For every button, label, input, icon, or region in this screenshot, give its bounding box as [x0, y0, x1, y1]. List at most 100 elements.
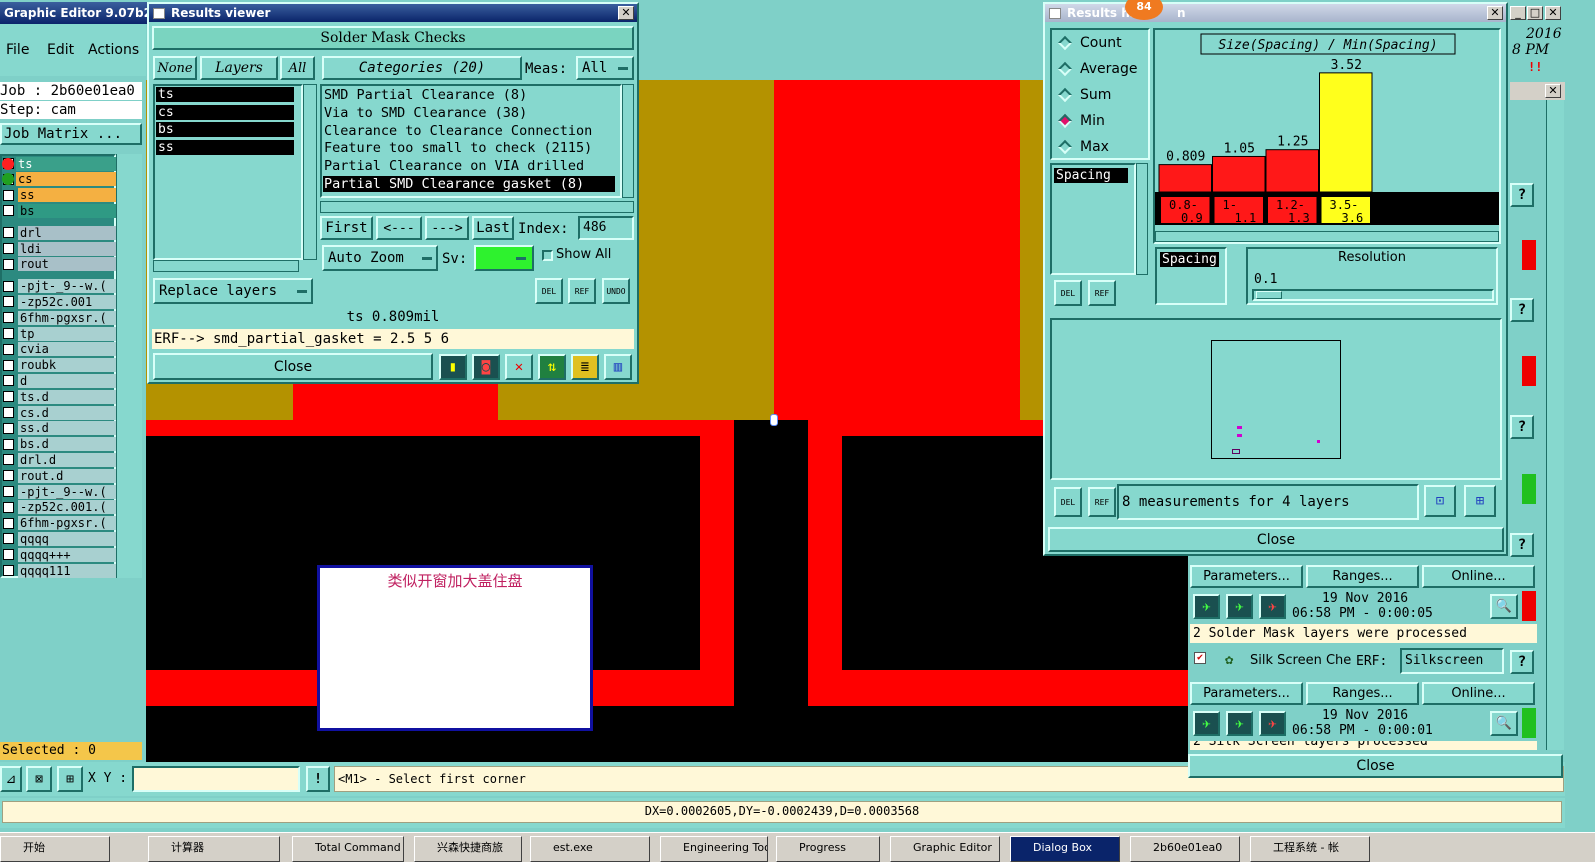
export-icon[interactable]: ⇅ [538, 354, 566, 380]
radio-diamond-icon[interactable] [1057, 139, 1073, 155]
main-title-bar[interactable]: Graphic Editor 9.07b2 (0 [0, 2, 150, 24]
help-icon-4[interactable]: ? [1510, 533, 1534, 557]
ref-icon[interactable]: REF [568, 278, 596, 304]
xy-input[interactable] [132, 766, 300, 792]
highlight-icon[interactable]: ▮ [439, 354, 467, 380]
layer-checkbox[interactable] [3, 296, 14, 308]
run-icon-1[interactable]: ✈ [1193, 594, 1220, 619]
layer-checkbox[interactable] [3, 312, 14, 324]
taskbar-item[interactable]: Graphic Editor [890, 836, 1000, 862]
del-icon[interactable]: DEL [535, 278, 563, 304]
layer-row[interactable]: -pjt-_9--w.( [0, 279, 116, 294]
categories-button[interactable]: Categories (20) [322, 56, 522, 80]
menu-actions[interactable]: Actions [88, 42, 139, 58]
taskbar-item[interactable]: 计算器 [148, 836, 280, 862]
right-scrollbar[interactable] [1546, 100, 1564, 750]
layer-checkbox[interactable] [3, 258, 14, 270]
checks-header-button[interactable]: Solder Mask Checks [152, 26, 634, 50]
spacing-item[interactable]: Spacing [1054, 168, 1128, 183]
params-button-2[interactable]: Parameters... [1190, 682, 1303, 705]
layer-checkbox[interactable] [3, 227, 14, 239]
layer-row[interactable]: qqqq111 [0, 563, 116, 578]
meas-dropdown[interactable]: All [576, 56, 634, 80]
rv-layer-scroll-h[interactable] [153, 260, 299, 272]
taskbar-item[interactable]: 兴森快捷商旅 [414, 836, 522, 862]
histogram-icon[interactable]: ▥ [604, 354, 632, 380]
rv-cat-scroll-v[interactable] [622, 84, 634, 198]
job-matrix-button[interactable]: Job Matrix ... [0, 123, 142, 145]
rv-category-item[interactable]: Feature too small to check (2115) [323, 140, 615, 156]
chart-scroll-h[interactable] [1155, 231, 1499, 242]
auto-zoom-dropdown[interactable]: Auto Zoom [322, 245, 438, 271]
stat-option-count[interactable]: Count [1052, 30, 1148, 56]
layer-checkbox[interactable] [3, 454, 14, 466]
main-close-icon[interactable]: ✕ [1545, 6, 1561, 20]
layer-row[interactable]: -zp52c.001 [0, 294, 116, 309]
rv-close-button[interactable]: Close [153, 353, 433, 380]
layer-row[interactable]: 6fhm-pgxsr.( [0, 310, 116, 325]
hist-ref-icon[interactable]: REF [1088, 280, 1116, 306]
layer-row[interactable]: tp [0, 326, 116, 341]
hist-del-icon-2[interactable]: DEL [1054, 487, 1082, 517]
taskbar-item[interactable]: Engineering Tool [660, 836, 768, 862]
layer-checkbox[interactable] [3, 533, 14, 545]
rv-cat-scroll-h[interactable] [320, 201, 634, 213]
right-close-icon[interactable]: ✕ [1545, 84, 1561, 98]
layer-checkbox[interactable] [3, 470, 14, 482]
layer-row[interactable]: cs [0, 172, 116, 187]
rv-category-item[interactable]: Clearance to Clearance Connection [323, 123, 615, 139]
layer-row[interactable]: ts [0, 156, 116, 171]
run-icon-6[interactable]: ✈ [1259, 711, 1286, 736]
zoom-icon-2[interactable]: 🔍 [1490, 711, 1518, 736]
layer-row[interactable]: ts.d [0, 389, 116, 404]
params-button-1[interactable]: Parameters... [1190, 565, 1303, 588]
layer-checkbox[interactable] [3, 243, 14, 254]
layer-checkbox[interactable] [3, 549, 14, 561]
spacing-scroll-v[interactable] [1136, 163, 1148, 275]
layer-checkbox[interactable] [3, 407, 14, 418]
layer-row[interactable]: ss.d [0, 421, 116, 436]
layer-row[interactable]: d [0, 373, 116, 388]
layer-checkbox[interactable] [3, 205, 14, 217]
report-icon[interactable]: ≣ [571, 354, 599, 380]
layer-list-scrollbar[interactable] [116, 154, 142, 578]
layers-button[interactable]: Layers [200, 56, 278, 80]
stat-option-min[interactable]: Min [1052, 108, 1148, 134]
layer-row[interactable]: drl.d [0, 452, 116, 467]
ref-clear-icon[interactable]: ✕ [505, 354, 533, 380]
sv-color-dropdown[interactable] [474, 245, 534, 271]
layer-row[interactable]: ldi [0, 241, 116, 256]
layer-row[interactable]: qqqq [0, 531, 116, 546]
stat-option-average[interactable]: Average [1052, 56, 1148, 82]
help-icon-1[interactable]: ? [1510, 183, 1534, 207]
run-icon-5[interactable]: ✈ [1226, 711, 1253, 736]
layer-checkbox[interactable] [3, 486, 14, 497]
results-viewer-close-icon[interactable]: ✕ [618, 6, 634, 20]
layer-checkbox[interactable] [3, 280, 14, 292]
replace-layers-dropdown[interactable]: Replace layers [153, 278, 313, 304]
histogram-title-bar[interactable]: Results his n [1045, 4, 1506, 22]
layer-checkbox[interactable] [3, 375, 14, 387]
rv-category-item[interactable]: Via to SMD Clearance (38) [323, 105, 615, 121]
rv-layer-scroll-v[interactable] [303, 84, 317, 260]
layer-checkbox[interactable] [3, 501, 14, 513]
zoom-select-icon[interactable]: ◙ [472, 354, 500, 380]
silk-checkbox[interactable]: ✔ [1194, 652, 1206, 664]
layer-checkbox[interactable] [3, 422, 14, 434]
help-icon-2[interactable]: ? [1510, 298, 1534, 322]
snap-tool-icon[interactable]: ⊠ [26, 766, 52, 792]
hist-zoom-icon[interactable]: ⊡ [1424, 485, 1456, 517]
layer-checkbox[interactable] [3, 343, 14, 355]
none-button[interactable]: None [153, 56, 197, 80]
results-viewer-title-bar[interactable]: Results viewer [149, 4, 637, 22]
layer-row[interactable]: -zp52c.001.( [0, 500, 116, 515]
radio-diamond-icon[interactable] [1057, 61, 1073, 77]
minimize-icon[interactable]: _ [1510, 6, 1526, 20]
maximize-icon[interactable]: □ [1527, 6, 1543, 20]
run-icon-2[interactable]: ✈ [1226, 594, 1253, 619]
stat-option-max[interactable]: Max [1052, 134, 1148, 160]
next-button[interactable]: ---> [425, 216, 469, 240]
resolution-slider-handle[interactable] [1256, 291, 1282, 299]
online-button-2[interactable]: Online... [1422, 682, 1535, 705]
rv-layer-item[interactable]: cs [156, 104, 294, 120]
